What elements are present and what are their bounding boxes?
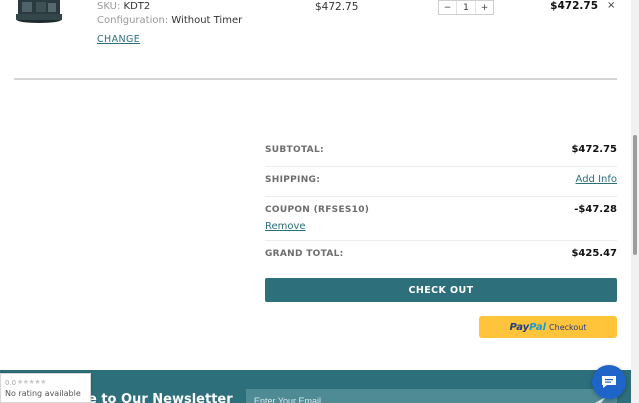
rating-badge[interactable]: 0.0 ★★★★★ No rating available [0,373,91,403]
chat-icon [602,376,616,388]
scrollbar-thumb[interactable] [633,135,637,255]
qty-value[interactable]: 1 [456,1,476,14]
rating-stars: ★★★★★ [17,378,46,386]
subtotal-value: $472.75 [571,144,617,155]
order-totals: SUBTOTAL: $472.75 SHIPPING: Add Info COU… [265,137,617,271]
rating-text: No rating available [5,389,81,398]
paypal-logo-pal: Pal [529,321,547,333]
coupon-label: COUPON (RFSES10) [265,205,370,215]
cart-page: SKU: KDT2 Configuration: Without Timer C… [0,0,639,403]
newsletter-email-input[interactable] [246,389,617,403]
sku-value: KDT2 [123,1,151,12]
newsletter-title: e to Our Newsletter [88,392,233,403]
shipping-label: SHIPPING: [265,175,321,185]
config-value: Without Timer [171,15,243,26]
quantity-stepper[interactable]: − 1 + [438,0,494,15]
line-total: $472.75 [550,0,598,12]
unit-price: $472.75 [315,1,359,13]
coupon-value: -$47.28 [574,204,617,215]
chat-button[interactable] [592,365,626,399]
subtotal-label: SUBTOTAL: [265,145,324,155]
subtotal-row: SUBTOTAL: $472.75 [265,137,617,167]
rating-score: 0.0 [5,379,17,387]
coupon-row: COUPON (RFSES10) -$47.28 Remove [265,197,617,241]
grand-total-label: GRAND TOTAL: [265,249,344,259]
shipping-row: SHIPPING: Add Info [265,167,617,197]
grand-total-row: GRAND TOTAL: $425.47 [265,241,617,271]
divider [14,78,617,80]
sku: SKU: KDT2 [97,1,150,12]
checkout-button[interactable]: CHECK OUT [265,278,617,302]
coupon-remove-link[interactable]: Remove [265,221,306,232]
shipping-add-info-link[interactable]: Add Info [576,174,617,185]
paypal-logo-pay: Pay [509,321,530,333]
sku-label: SKU: [97,1,121,12]
page-scrollbar[interactable] [631,0,639,403]
config-label: Configuration: [97,15,169,26]
change-link[interactable]: CHANGE [97,34,140,45]
configuration: Configuration: Without Timer [97,15,242,26]
paypal-checkout-button[interactable]: Pay Pal Checkout [479,316,617,338]
product-image[interactable] [14,0,64,24]
newsletter-section: e to Our Newsletter [0,370,639,403]
paypal-checkout-label: Checkout [549,322,587,332]
close-icon[interactable]: × [607,0,615,11]
qty-decrease-button[interactable]: − [439,1,456,14]
grand-total-value: $425.47 [571,248,617,259]
qty-increase-button[interactable]: + [476,1,493,14]
